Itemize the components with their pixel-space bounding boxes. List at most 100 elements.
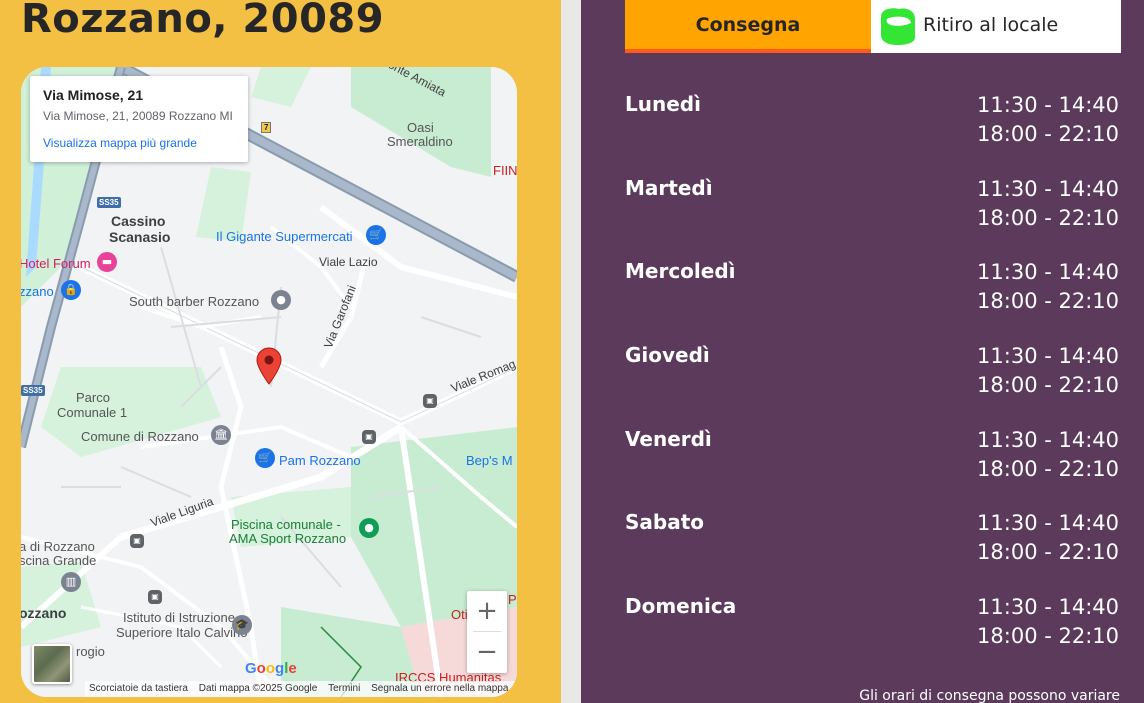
poi-zzano[interactable]: zzano xyxy=(21,284,54,299)
place-smeraldino: Smeraldino xyxy=(387,134,453,149)
hours-slot: 18:00 - 22:10 xyxy=(977,624,1119,648)
day-name: Mercoledì xyxy=(625,259,736,283)
poi-hotel-forum[interactable]: Hotel Forum xyxy=(21,256,91,271)
hours-slot: 11:30 - 14:40 xyxy=(977,260,1119,284)
place-marker-icon[interactable]: ● xyxy=(271,290,291,310)
place-rogio: rogio xyxy=(76,644,105,659)
route-shield-7: 7 xyxy=(261,122,272,133)
hours-slot: 11:30 - 14:40 xyxy=(977,177,1119,201)
poi-pam[interactable]: Pam Rozzano xyxy=(279,453,361,468)
keyboard-shortcuts-link[interactable]: Scorciatoie da tastiera xyxy=(89,683,188,694)
book-icon[interactable]: ▥ xyxy=(61,572,81,592)
hours-slot: 11:30 - 14:40 xyxy=(977,93,1119,117)
day-hours: 11:30 - 14:40 18:00 - 22:10 xyxy=(919,258,1119,316)
google-logo-letter: o xyxy=(265,660,276,677)
hours-slot: 18:00 - 22:10 xyxy=(977,457,1119,481)
view-larger-map-link[interactable]: Visualizza mappa più grande xyxy=(43,136,235,150)
hours-slot: 11:30 - 14:40 xyxy=(977,344,1119,368)
place-ozzano: ozzano xyxy=(21,605,67,621)
location-panel: Rozzano, 20089 Monte Amiata Oasi Smerald… xyxy=(0,0,561,703)
hours-slot: 18:00 - 22:10 xyxy=(977,206,1119,230)
google-logo: Google xyxy=(245,660,297,677)
day-hours: 11:30 - 14:40 18:00 - 22:10 xyxy=(919,175,1119,233)
poi-calvino[interactable]: Superiore Italo Calvino xyxy=(116,625,248,640)
place-p: P xyxy=(508,592,517,607)
day-hours: 11:30 - 14:40 18:00 - 22:10 xyxy=(919,426,1119,484)
day-hours: 11:30 - 14:40 18:00 - 22:10 xyxy=(919,593,1119,651)
day-name: Martedì xyxy=(625,176,713,200)
zoom-out-button[interactable]: − xyxy=(467,632,507,673)
zoom-control: + − xyxy=(467,591,507,673)
bus-stop-icon[interactable]: ▣ xyxy=(148,590,162,604)
hours-slot: 18:00 - 22:10 xyxy=(977,122,1119,146)
map-pin-icon[interactable] xyxy=(256,347,282,385)
terms-link[interactable]: Termini xyxy=(328,683,360,694)
route-shield-ss35: SS35 xyxy=(97,197,121,208)
hours-slot: 18:00 - 22:10 xyxy=(977,289,1119,313)
service-tabs: Consegna Ritiro al locale xyxy=(625,0,1121,53)
town-hall-icon[interactable]: 🏛 xyxy=(211,425,231,445)
tab-pickup[interactable]: Ritiro al locale xyxy=(871,0,1121,53)
place-parco: Parco xyxy=(76,390,110,405)
report-error-link[interactable]: Segnala un errore nella mappa xyxy=(371,683,508,694)
school-icon[interactable]: 🎓 xyxy=(232,615,252,635)
place-fiin: FIIN xyxy=(493,163,517,178)
hours-slot: 11:30 - 14:40 xyxy=(977,511,1119,535)
hours-panel: Consegna Ritiro al locale Lunedì 11:30 -… xyxy=(581,0,1144,703)
tab-delivery[interactable]: Consegna xyxy=(625,0,871,53)
day-hours: 11:30 - 14:40 18:00 - 22:10 xyxy=(919,342,1119,400)
day-name: Venerdì xyxy=(625,427,712,451)
hours-slot: 18:00 - 22:10 xyxy=(977,540,1119,564)
day-name: Giovedì xyxy=(625,343,710,367)
zoom-in-button[interactable]: + xyxy=(467,591,507,632)
place-oti: Oti xyxy=(451,607,468,622)
place-scanasio: Scanasio xyxy=(109,229,171,245)
shopping-cart-icon[interactable]: 🛒 xyxy=(255,448,275,468)
info-card-title: Via Mimose, 21 xyxy=(43,87,144,103)
poi-comune[interactable]: Comune di Rozzano xyxy=(81,429,199,444)
route-shield-ss35: SS35 xyxy=(21,385,45,396)
google-logo-letter: g xyxy=(275,660,285,677)
hours-slot: 11:30 - 14:40 xyxy=(977,428,1119,452)
pickup-bag-icon xyxy=(881,8,915,45)
poi-ama-sport[interactable]: AMA Sport Rozzano xyxy=(229,531,346,546)
lock-bag-icon[interactable]: 🔒 xyxy=(61,280,81,300)
day-name: Domenica xyxy=(625,594,737,618)
map-attribution-bar: Scorciatoie da tastiera Dati mappa ©2025… xyxy=(85,681,517,697)
pool-icon[interactable]: ● xyxy=(359,518,379,538)
google-logo-letter: e xyxy=(288,660,297,677)
place-cassino: Cassino xyxy=(111,213,166,229)
google-logo-letter: G xyxy=(245,660,257,677)
place-di-rozzano: a di Rozzano xyxy=(21,539,95,554)
info-card-address: Via Mimose, 21, 20089 Rozzano MI xyxy=(43,109,233,123)
hours-slot: 11:30 - 14:40 xyxy=(977,595,1119,619)
bus-stop-icon[interactable]: ▣ xyxy=(362,430,376,444)
poi-gigante[interactable]: Il Gigante Supermercati xyxy=(216,229,353,244)
google-logo-letter: o xyxy=(256,660,266,677)
satellite-toggle-thumbnail[interactable] xyxy=(32,644,72,684)
day-name: Sabato xyxy=(625,510,705,534)
map-info-card: Via Mimose, 21 Via Mimose, 21, 20089 Roz… xyxy=(30,76,248,162)
google-map[interactable]: Monte Amiata Oasi Smeraldino FIIN 7 SS35… xyxy=(21,67,517,697)
road-label-viale-lazio: Viale Lazio xyxy=(319,255,378,269)
place-oasi: Oasi xyxy=(407,120,434,135)
poi-beps[interactable]: Bep's M xyxy=(466,453,513,468)
bus-stop-icon[interactable]: ▣ xyxy=(423,394,437,408)
zoom-divider xyxy=(473,631,501,632)
day-name: Lunedì xyxy=(625,92,701,116)
place-comunale-1: Comunale 1 xyxy=(57,405,128,420)
shopping-cart-icon[interactable]: 🛒 xyxy=(366,225,386,245)
place-scina-grande: scina Grande xyxy=(21,553,97,568)
poi-south-barber[interactable]: South barber Rozzano xyxy=(129,294,259,309)
delivery-hours-note: Gli orari di consegna possono variare xyxy=(859,688,1120,703)
hours-slot: 18:00 - 22:10 xyxy=(977,373,1119,397)
poi-istituto[interactable]: Istituto di Istruzione xyxy=(123,610,235,625)
poi-piscina[interactable]: Piscina comunale - xyxy=(231,517,341,532)
city-heading: Rozzano, 20089 xyxy=(21,0,385,42)
map-data-credit: Dati mappa ©2025 Google xyxy=(198,683,318,694)
tab-pickup-label: Ritiro al locale xyxy=(923,14,1059,36)
day-hours: 11:30 - 14:40 18:00 - 22:10 xyxy=(919,509,1119,567)
bus-stop-icon[interactable]: ▣ xyxy=(130,534,144,548)
day-hours: 11:30 - 14:40 18:00 - 22:10 xyxy=(919,91,1119,149)
hotel-icon[interactable]: ▬ xyxy=(97,252,117,272)
